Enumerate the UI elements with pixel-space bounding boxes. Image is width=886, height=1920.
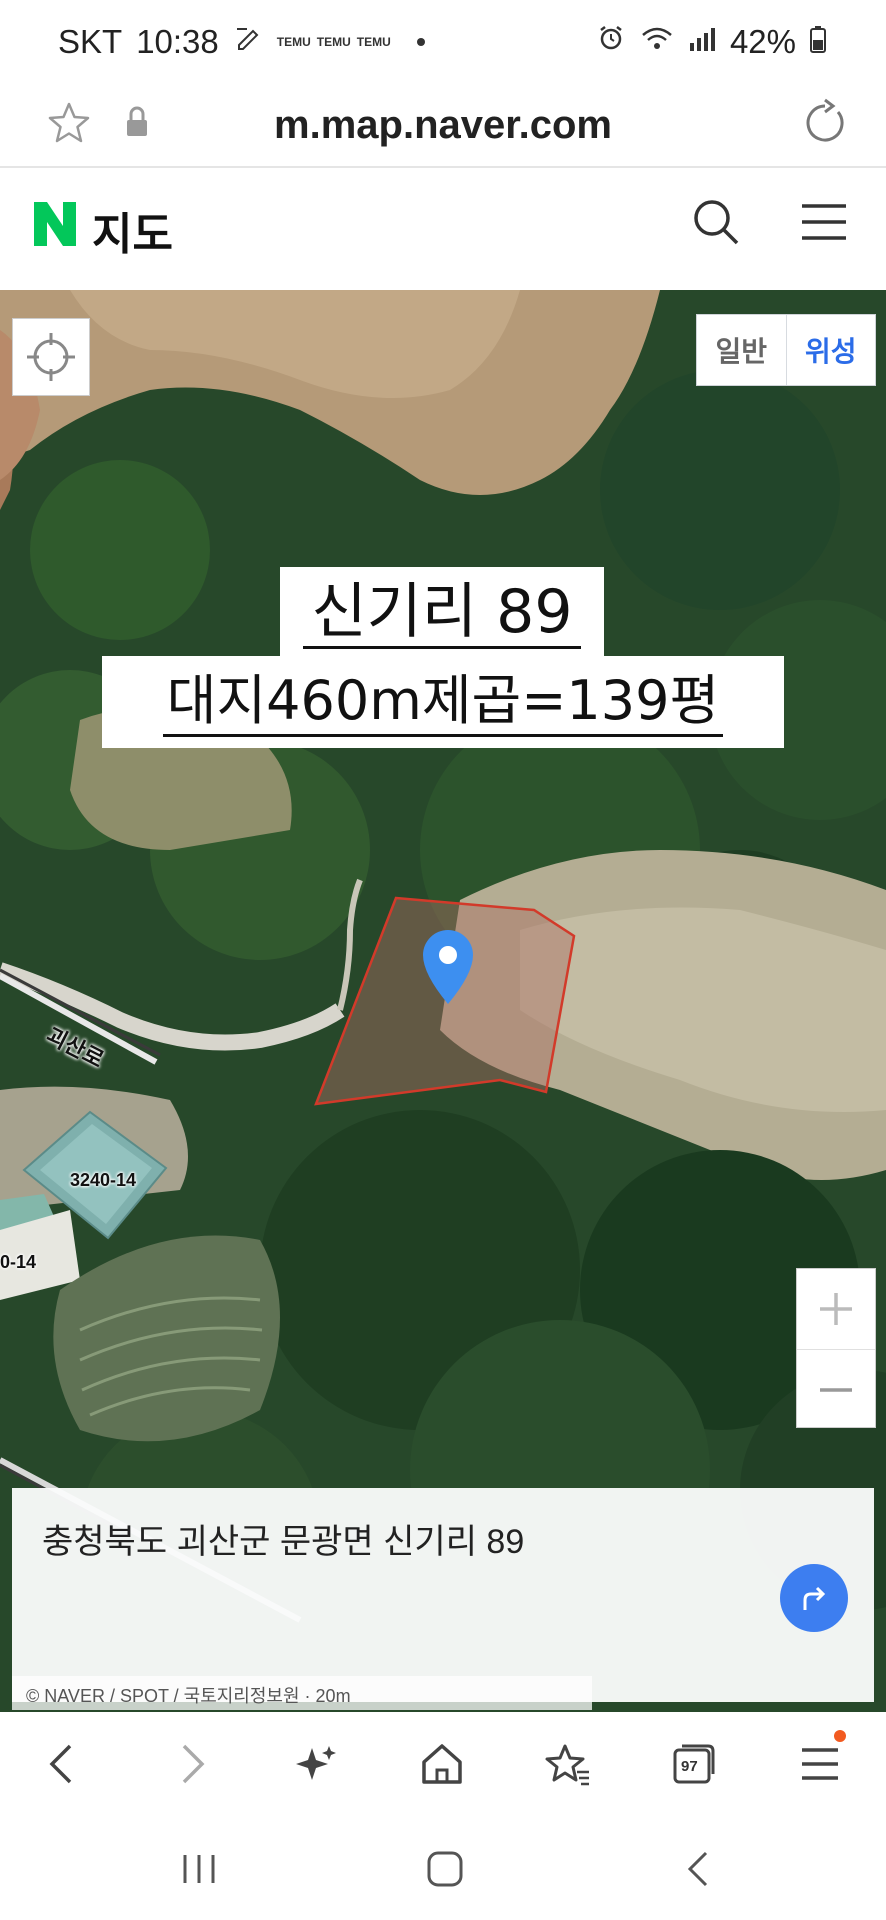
clock: 10:38 [136, 23, 219, 60]
alarm-icon [596, 23, 626, 61]
system-back-button[interactable] [674, 1846, 724, 1892]
page-title[interactable]: 지도 [92, 198, 173, 262]
more-notifications-dot [416, 38, 425, 46]
annotation-line-2: 대지460m제곱=139평 [162, 668, 724, 737]
battery-percent: 42% [729, 23, 796, 60]
url-text[interactable]: m.map.naver.com [0, 103, 886, 148]
zoom-control [796, 1268, 876, 1428]
back-chevron-icon [687, 1851, 708, 1887]
temu-notif-icon: TEMU [276, 35, 311, 49]
naver-logo[interactable] [32, 200, 78, 248]
directions-button[interactable] [780, 1564, 848, 1632]
parcel-number-label: 3240-14 [70, 1170, 137, 1190]
forward-button[interactable] [162, 1734, 222, 1794]
status-bar: SKT 10:38 TEMU TEMU TEMU 42% [0, 0, 886, 84]
temu-notif-icon: TEMU [356, 35, 391, 49]
sparkle-icon [296, 1746, 336, 1780]
tab-count: 97 [681, 1758, 698, 1775]
tabs-button[interactable]: 97 [664, 1734, 724, 1794]
crosshair-icon [27, 333, 75, 381]
temu-notif-icon: TEMU [316, 35, 351, 49]
browser-url-bar: m.map.naver.com [0, 84, 886, 168]
minus-icon [820, 1387, 852, 1392]
plus-icon [820, 1293, 852, 1325]
wifi-icon [640, 23, 674, 61]
home-square-icon [427, 1851, 463, 1887]
location-pin-icon[interactable] [420, 928, 476, 1006]
zoom-in-button[interactable] [797, 1269, 875, 1349]
home-icon [422, 1744, 462, 1784]
bookmarks-button[interactable] [538, 1734, 598, 1794]
map-copyright: © NAVER / SPOT / 국토지리정보원 · 20m [12, 1676, 592, 1710]
address-card[interactable]: 충청북도 괴산군 문광면 신기리 89 [12, 1488, 874, 1702]
directions-arrow-icon [803, 1586, 826, 1610]
annotation-line-1: 신기리 89 [303, 578, 581, 649]
notification-dot [834, 1730, 846, 1742]
zoom-out-button[interactable] [797, 1349, 875, 1429]
forward-arrow-icon [182, 1744, 205, 1784]
recent-apps-button[interactable] [174, 1846, 224, 1892]
hamburger-menu-icon [802, 1748, 838, 1780]
home-button[interactable] [412, 1734, 472, 1794]
battery-icon [810, 23, 826, 61]
reload-icon[interactable] [800, 98, 850, 153]
map-type-normal-button[interactable]: 일반 [697, 315, 786, 385]
hamburger-menu-icon[interactable] [800, 200, 848, 249]
address-text: 충청북도 괴산군 문광면 신기리 89 [42, 1523, 525, 1561]
carrier-label: SKT [58, 23, 123, 60]
browser-toolbar: 97 [0, 1712, 886, 1816]
edit-note-icon [233, 23, 263, 61]
system-home-button[interactable] [420, 1846, 470, 1892]
browser-menu-button[interactable] [790, 1730, 850, 1794]
annotation-parcel-area: 대지460m제곱=139평 [102, 656, 784, 748]
ai-sparkle-button[interactable] [286, 1734, 346, 1794]
recent-apps-icon [183, 1855, 215, 1883]
back-button[interactable] [32, 1734, 92, 1794]
system-navigation-bar [0, 1816, 886, 1920]
bookmark-list-icon [545, 1744, 589, 1786]
search-icon[interactable] [690, 196, 742, 253]
annotation-parcel-address: 신기리 89 [280, 567, 604, 659]
naver-map-header: 지도 [0, 170, 886, 290]
back-arrow-icon [49, 1744, 72, 1784]
my-location-button[interactable] [12, 318, 90, 396]
signal-icon [688, 23, 716, 61]
map-type-satellite-button[interactable]: 위성 [785, 315, 876, 385]
parcel-number-label: 0-14 [0, 1252, 37, 1272]
map-type-toggle: 일반 위성 [696, 314, 876, 386]
notification-apps: TEMU TEMU TEMU [277, 36, 391, 48]
